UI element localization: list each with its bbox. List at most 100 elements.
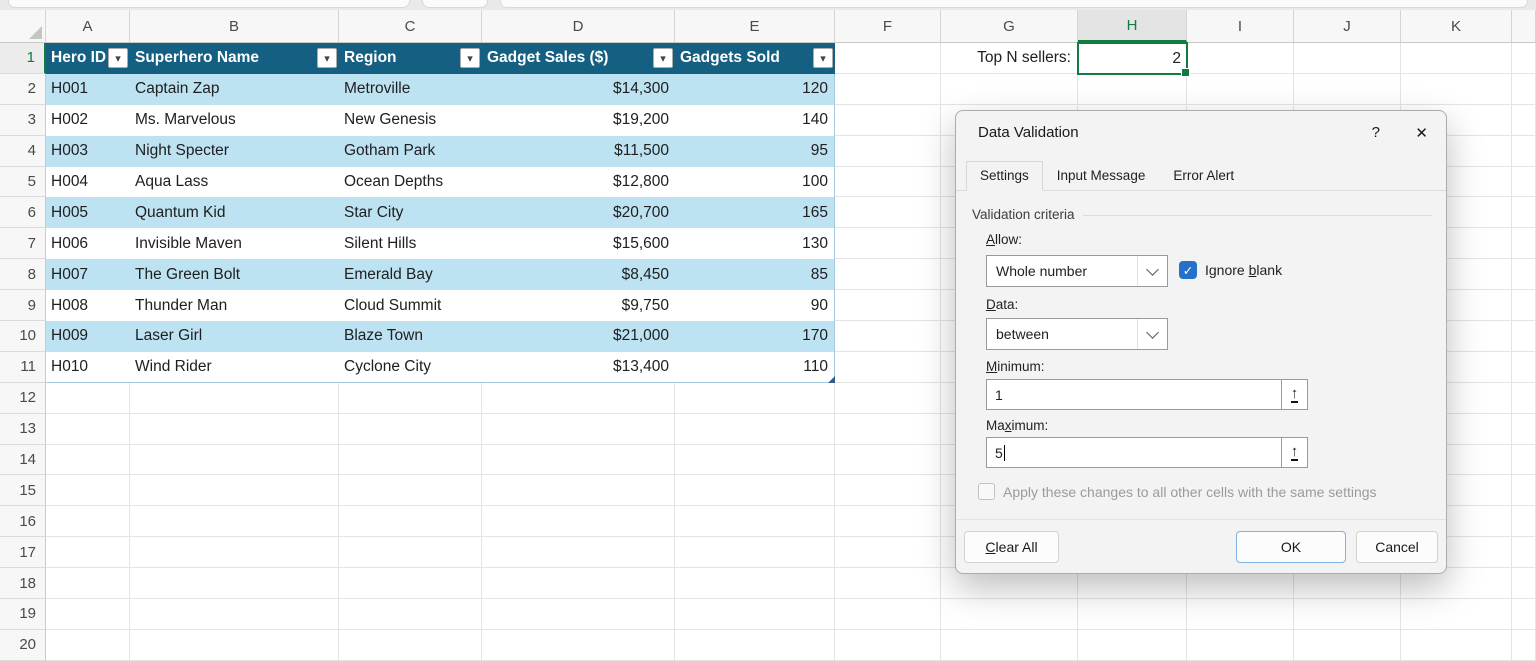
cell-E13[interactable] [675, 414, 835, 445]
cell-A12[interactable] [46, 383, 130, 414]
filter-button[interactable]: ▾ [108, 48, 128, 68]
column-header-I[interactable]: I [1187, 10, 1294, 42]
cell-F13[interactable] [835, 414, 941, 445]
cell-B3[interactable]: Ms. Marvelous [130, 105, 339, 136]
cell-C9[interactable]: Cloud Summit [339, 290, 482, 321]
cell-C18[interactable] [339, 568, 482, 599]
cell-J20[interactable] [1294, 630, 1401, 661]
cell-J2[interactable] [1294, 74, 1401, 105]
row-header-13[interactable]: 13 [0, 414, 46, 445]
row-header-3[interactable]: 3 [0, 105, 46, 136]
cell-A5[interactable]: H004 [46, 167, 130, 198]
cell-D15[interactable] [482, 475, 675, 506]
cell-X8[interactable] [1512, 259, 1536, 290]
cell-A15[interactable] [46, 475, 130, 506]
cell-E6[interactable]: 165 [675, 197, 835, 228]
cell-A2[interactable]: H001 [46, 74, 130, 105]
row-header-18[interactable]: 18 [0, 568, 46, 599]
cell-I19[interactable] [1187, 599, 1294, 630]
cell-B16[interactable] [130, 506, 339, 537]
cell-C19[interactable] [339, 599, 482, 630]
allow-dropdown[interactable]: Whole number [986, 255, 1168, 287]
cell-A11[interactable]: H010 [46, 352, 130, 383]
filter-button[interactable]: ▾ [317, 48, 337, 68]
cell-F10[interactable] [835, 321, 941, 352]
cell-D1[interactable]: Gadget Sales ($)▾ [482, 43, 675, 74]
ok-button[interactable]: OK [1236, 531, 1346, 563]
column-header-H[interactable]: H [1078, 10, 1187, 42]
cell-A7[interactable]: H006 [46, 228, 130, 259]
cell-J1[interactable] [1294, 43, 1401, 74]
select-all-corner[interactable] [0, 10, 46, 42]
cell-K2[interactable] [1401, 74, 1512, 105]
cell-D20[interactable] [482, 630, 675, 661]
filter-button[interactable]: ▾ [653, 48, 673, 68]
cell-C13[interactable] [339, 414, 482, 445]
cell-D11[interactable]: $13,400 [482, 352, 675, 383]
cell-B11[interactable]: Wind Rider [130, 352, 339, 383]
cell-X4[interactable] [1512, 136, 1536, 167]
cell-F11[interactable] [835, 352, 941, 383]
cell-F5[interactable] [835, 167, 941, 198]
cell-A6[interactable]: H005 [46, 197, 130, 228]
cell-B19[interactable] [130, 599, 339, 630]
cell-C12[interactable] [339, 383, 482, 414]
cell-G1[interactable]: Top N sellers: [941, 43, 1078, 74]
cell-B6[interactable]: Quantum Kid [130, 197, 339, 228]
cell-F7[interactable] [835, 228, 941, 259]
cell-C20[interactable] [339, 630, 482, 661]
row-header-16[interactable]: 16 [0, 506, 46, 537]
cell-E8[interactable]: 85 [675, 259, 835, 290]
row-header-20[interactable]: 20 [0, 630, 46, 661]
cell-X18[interactable] [1512, 568, 1536, 599]
cell-B1[interactable]: Superhero Name▾ [130, 43, 339, 74]
cell-C2[interactable]: Metroville [339, 74, 482, 105]
cell-D3[interactable]: $19,200 [482, 105, 675, 136]
column-header-C[interactable]: C [339, 10, 482, 42]
cell-B17[interactable] [130, 537, 339, 568]
cell-C7[interactable]: Silent Hills [339, 228, 482, 259]
cell-F9[interactable] [835, 290, 941, 321]
cell-B4[interactable]: Night Specter [130, 136, 339, 167]
cell-F14[interactable] [835, 445, 941, 476]
cell-F12[interactable] [835, 383, 941, 414]
cell-A4[interactable]: H003 [46, 136, 130, 167]
maximum-input[interactable]: 5 [986, 437, 1281, 468]
cell-X19[interactable] [1512, 599, 1536, 630]
cell-E2[interactable]: 120 [675, 74, 835, 105]
row-header-10[interactable]: 10 [0, 321, 46, 352]
cell-E7[interactable]: 130 [675, 228, 835, 259]
cell-X15[interactable] [1512, 475, 1536, 506]
cell-A18[interactable] [46, 568, 130, 599]
tab-input-message[interactable]: Input Message [1043, 161, 1160, 191]
cell-H20[interactable] [1078, 630, 1187, 661]
cell-X17[interactable] [1512, 537, 1536, 568]
cell-J19[interactable] [1294, 599, 1401, 630]
cell-E10[interactable]: 170 [675, 321, 835, 352]
cell-D14[interactable] [482, 445, 675, 476]
collapse-dialog-button[interactable]: ↑ [1281, 437, 1308, 468]
cell-E19[interactable] [675, 599, 835, 630]
cell-A20[interactable] [46, 630, 130, 661]
filter-button[interactable]: ▾ [813, 48, 833, 68]
cell-B9[interactable]: Thunder Man [130, 290, 339, 321]
cell-D17[interactable] [482, 537, 675, 568]
cell-X20[interactable] [1512, 630, 1536, 661]
cell-A8[interactable]: H007 [46, 259, 130, 290]
cell-E11[interactable]: 110 [675, 352, 835, 383]
column-header-G[interactable]: G [941, 10, 1078, 42]
table-resize-handle[interactable] [828, 376, 835, 383]
cell-E5[interactable]: 100 [675, 167, 835, 198]
filter-button[interactable]: ▾ [460, 48, 480, 68]
cell-C16[interactable] [339, 506, 482, 537]
row-header-19[interactable]: 19 [0, 599, 46, 630]
cell-X10[interactable] [1512, 321, 1536, 352]
cell-E16[interactable] [675, 506, 835, 537]
cell-C10[interactable]: Blaze Town [339, 321, 482, 352]
cell-F2[interactable] [835, 74, 941, 105]
cell-B2[interactable]: Captain Zap [130, 74, 339, 105]
cell-C8[interactable]: Emerald Bay [339, 259, 482, 290]
cell-A19[interactable] [46, 599, 130, 630]
cell-F8[interactable] [835, 259, 941, 290]
cell-B18[interactable] [130, 568, 339, 599]
